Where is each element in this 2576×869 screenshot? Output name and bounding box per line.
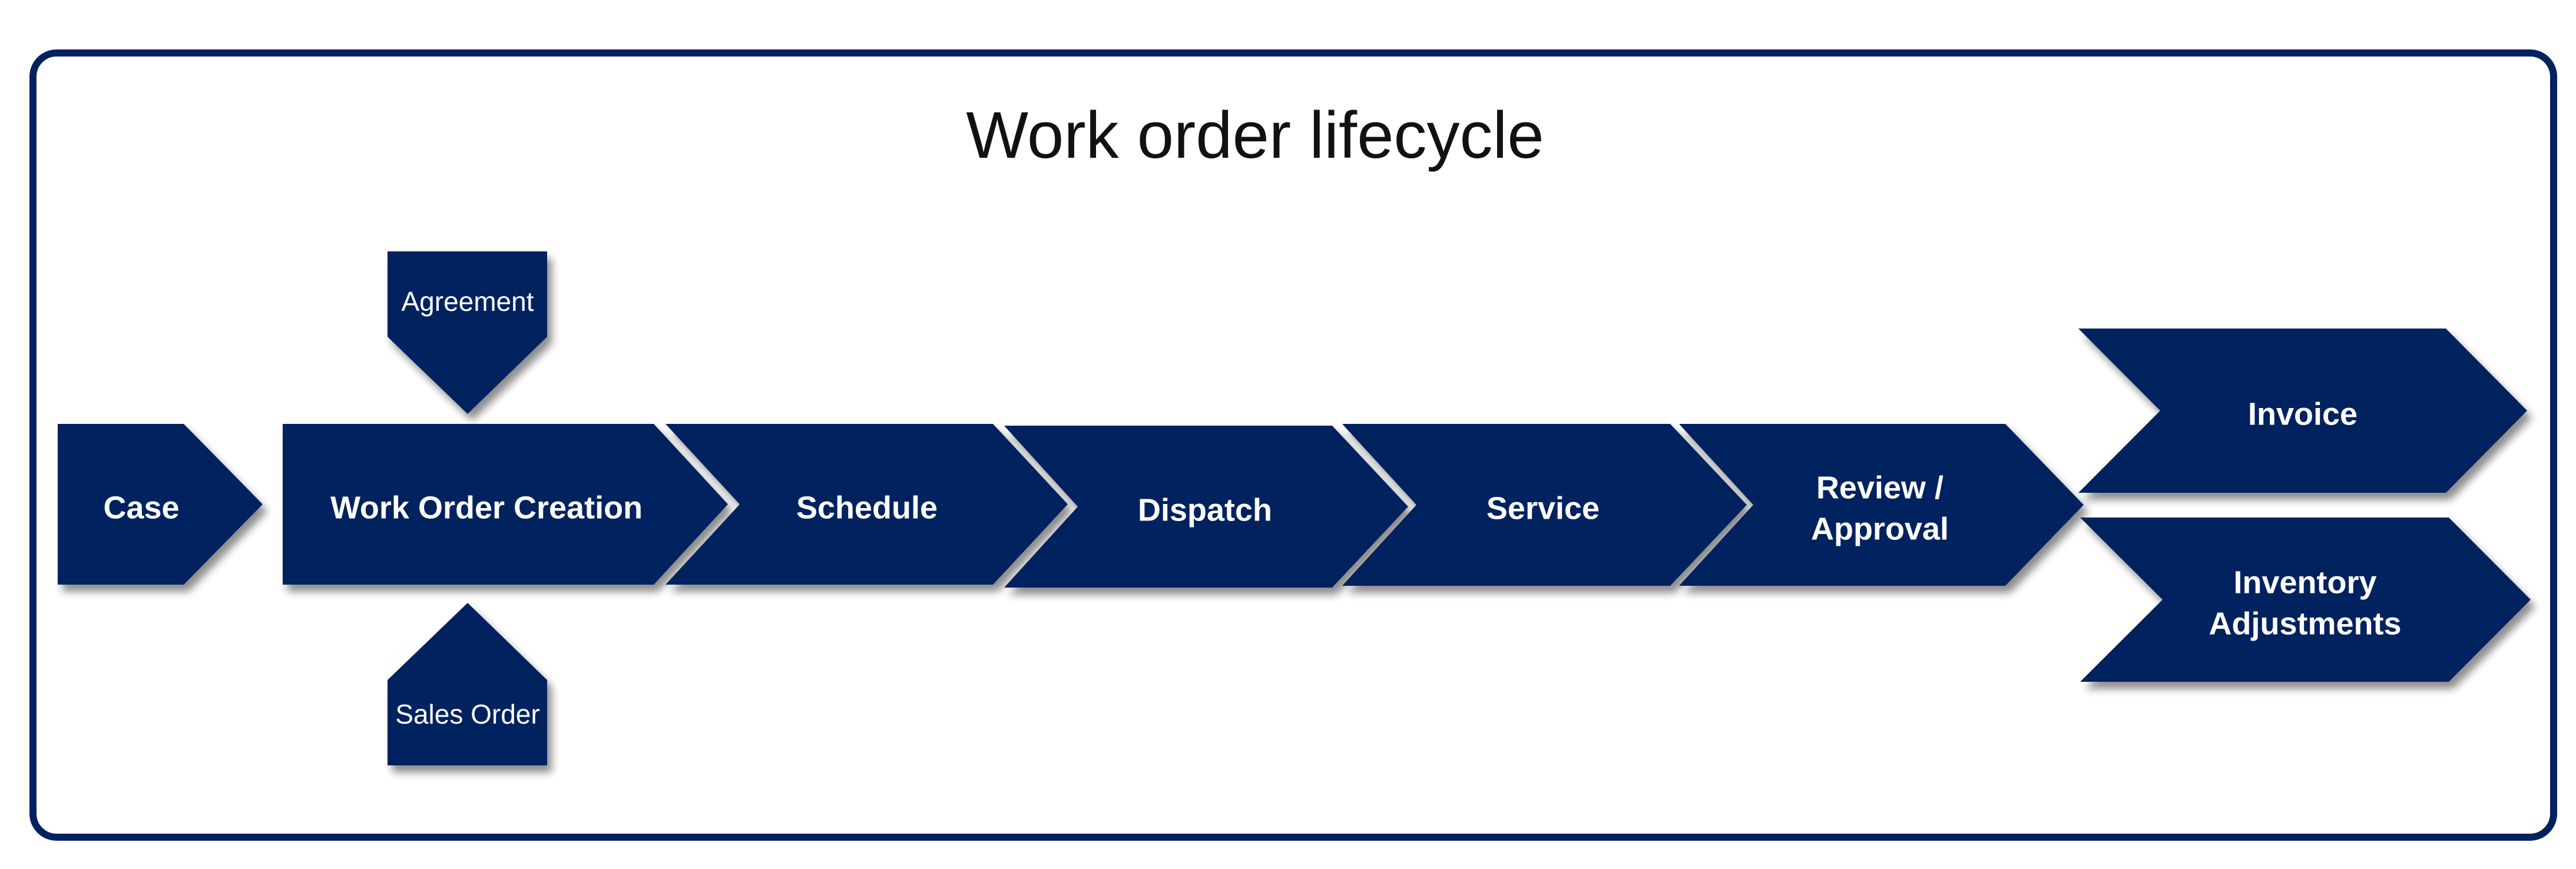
outcome-invoice-label: Invoice <box>2248 396 2358 432</box>
step-schedule-label: Schedule <box>796 490 938 525</box>
work-order-lifecycle-diagram: Work order lifecycle Case Work Order Crea… <box>29 49 2557 841</box>
input-sales-order-label: Sales Order <box>395 699 539 729</box>
step-service-label: Service <box>1486 490 1600 526</box>
step-work-order-creation-label: Work Order Creation <box>330 490 643 525</box>
step-case-label: Case <box>103 490 179 525</box>
step-dispatch-label: Dispatch <box>1138 492 1272 528</box>
diagram-title: Work order lifecycle <box>966 98 1544 172</box>
input-agreement-label: Agreement <box>401 286 534 317</box>
step-work-order-creation: Work Order Creation <box>283 424 728 585</box>
